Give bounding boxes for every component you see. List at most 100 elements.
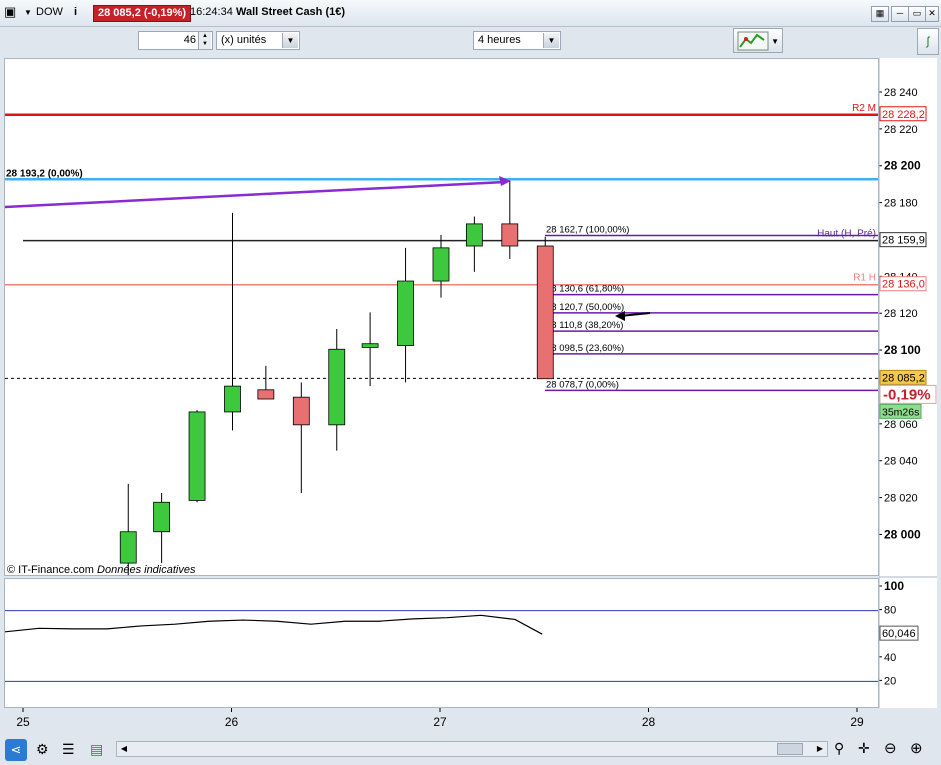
- crosshair-icon[interactable]: ✛: [858, 740, 870, 757]
- axis-tick-label: 28 020: [884, 493, 918, 505]
- title-bar: ▣ ▼ DOW i 28 085,2 (-0,19%) 16:24:34 Wal…: [0, 0, 941, 27]
- chevron-down-icon[interactable]: ▼: [543, 33, 559, 48]
- instrument-name: Wall Street Cash (1€): [236, 6, 346, 18]
- minimize-icon[interactable]: ─: [891, 6, 909, 22]
- time-axis[interactable]: 25 26 27 28 29: [4, 708, 937, 736]
- horizontal-scrollbar[interactable]: ◀ ▶: [116, 741, 828, 757]
- symbol-label[interactable]: DOW: [36, 6, 63, 18]
- fibonacci-label: 28 120,7 (50,00%): [546, 302, 624, 313]
- scrollbar-thumb[interactable]: [777, 743, 803, 755]
- trend-line: [5, 180, 506, 209]
- level-value-text: 28 136,0: [882, 279, 925, 291]
- axis-tick-label: 28 120: [884, 308, 918, 320]
- axis-tick-label: 28 060: [884, 419, 918, 431]
- price-axis-svg: 28 24028 22028 20028 18028 16028 14028 1…: [878, 58, 937, 708]
- time-tick-label: 29: [850, 715, 864, 729]
- fibonacci-label: 28 078,7 (0,00%): [546, 379, 619, 390]
- share-icon[interactable]: ⋖: [5, 739, 27, 761]
- indicator-axis-label: 80: [884, 605, 896, 617]
- price-change-badge: 28 085,2 (-0,19%): [93, 5, 192, 22]
- level-name-label: R2 M: [852, 103, 876, 114]
- axis-tick-label: 28 040: [884, 456, 918, 468]
- bear-candle: [292, 396, 310, 426]
- unit-select[interactable]: (x) unités ▼: [216, 31, 300, 50]
- change-text: -0,19%: [883, 386, 931, 403]
- close-icon[interactable]: ✕: [925, 6, 939, 22]
- chevron-down-icon[interactable]: ▼: [282, 33, 298, 48]
- watermark: © IT-Finance.com Données indicatives: [7, 564, 196, 576]
- timeframe-select[interactable]: 4 heures ▼: [473, 31, 561, 50]
- scroll-left-icon[interactable]: ◀: [118, 743, 130, 755]
- level-value-text: 28 159,9: [882, 235, 925, 247]
- indicator-panel[interactable]: [4, 578, 879, 708]
- time-axis-svg: 25 26 27 28 29: [16, 708, 864, 729]
- current-price-text: 28 085,2: [882, 372, 925, 384]
- drawing-tools-icon[interactable]: ⚙: [36, 741, 49, 758]
- bull-candle: [224, 385, 241, 413]
- price-axis[interactable]: 28 24028 22028 20028 18028 16028 14028 1…: [878, 58, 937, 708]
- level-name-label: R1 H: [853, 273, 876, 284]
- axis-tick-label: 28 180: [884, 198, 918, 210]
- timeframe-label: 4 heures: [478, 34, 521, 46]
- level-name-label: Haut (H, Pré): [817, 229, 876, 240]
- symbol-dropdown-icon[interactable]: ▼: [24, 8, 32, 17]
- clock-time: 16:24:34: [190, 6, 233, 18]
- axis-tick-label: 28 000: [884, 527, 921, 541]
- axis-tick-label: 28 240: [884, 87, 918, 99]
- indicator-chart: [5, 610, 878, 682]
- indicator-axis-label: 20: [884, 675, 896, 687]
- chart-strategy-icon: [737, 31, 769, 51]
- time-tick-label: 25: [16, 715, 30, 729]
- time-tick-label: 26: [225, 715, 239, 729]
- indicator-axis-label: 40: [884, 652, 896, 664]
- maximize-icon[interactable]: ▭: [908, 6, 926, 22]
- unit-label: (x) unités: [221, 34, 267, 46]
- level-value-text: 28 228,2: [882, 109, 925, 121]
- list-icon[interactable]: ☰: [62, 741, 75, 758]
- axis-tick-label: 28 220: [884, 124, 918, 136]
- bull-candle: [397, 280, 414, 346]
- window-icon[interactable]: ▣: [4, 4, 16, 20]
- bear-candle: [501, 223, 519, 247]
- price-chart[interactable]: R2 M Haut (H, Pré) R1 H 28 193,2 (0,00%) 28 …: [4, 58, 879, 576]
- bull-candle: [188, 411, 206, 501]
- time-tick-label: 28: [642, 715, 656, 729]
- fibonacci-label: 28 162,7 (100,00%): [546, 225, 629, 236]
- quantity-stepper[interactable]: 46 ▲ ▼: [138, 31, 213, 50]
- indicators-icon[interactable]: ▤: [90, 741, 103, 758]
- scroll-right-icon[interactable]: ▶: [814, 743, 826, 755]
- countdown-text: 35m26s: [882, 406, 919, 418]
- indicator-line: [5, 614, 543, 635]
- indicator-value-text: 60,046: [882, 628, 916, 640]
- bear-candle: [536, 245, 554, 380]
- strategy-button[interactable]: ▼: [733, 28, 783, 53]
- level-value-label: 28 193,2 (0,00%): [6, 168, 83, 179]
- fibonacci-label: 28 098,5 (23,60%): [546, 343, 624, 354]
- info-icon[interactable]: i: [74, 6, 77, 18]
- time-tick-label: 27: [433, 715, 447, 729]
- trend-arrow-head: [499, 176, 511, 186]
- bull-candle: [432, 247, 450, 282]
- bull-candle: [119, 531, 137, 564]
- bull-candle: [328, 348, 346, 426]
- grid-icon[interactable]: ▦: [871, 6, 889, 22]
- bull-candle: [465, 223, 483, 247]
- candlestick-chart: R2 M Haut (H, Pré) R1 H 28 193,2 (0,00%) 28 …: [5, 103, 878, 575]
- indicator-axis-label: 100: [884, 579, 904, 593]
- bear-candle: [257, 389, 275, 400]
- bottom-toolbar: ⋖ ⚙ ☰ ▤ ◀ ▶ ⚲ ✛ ⊖ ⊕: [0, 736, 941, 765]
- quantity-value: 46: [183, 34, 196, 46]
- side-panel-toggle-icon[interactable]: ʃ: [917, 28, 939, 55]
- zoom-in-icon[interactable]: ⊕: [910, 739, 923, 757]
- chevron-down-icon[interactable]: ▼: [771, 37, 779, 46]
- toolbar: 46 ▲ ▼ (x) unités ▼ 4 heures ▼ ▼ ʃ: [0, 27, 941, 58]
- axis-tick-label: 28 200: [884, 159, 921, 173]
- axis-tick-label: 28 100: [884, 343, 921, 357]
- zoom-out-icon[interactable]: ⊖: [884, 739, 897, 757]
- fibonacci-label: 28 130,6 (61,80%): [546, 284, 624, 295]
- bull-candle: [361, 343, 379, 348]
- spinner-arrows-icon[interactable]: ▲ ▼: [198, 32, 211, 49]
- fibonacci-label: 28 110,8 (38,20%): [546, 320, 623, 331]
- bull-candle: [153, 501, 171, 533]
- cursor-magnet-icon[interactable]: ⚲: [834, 740, 844, 757]
